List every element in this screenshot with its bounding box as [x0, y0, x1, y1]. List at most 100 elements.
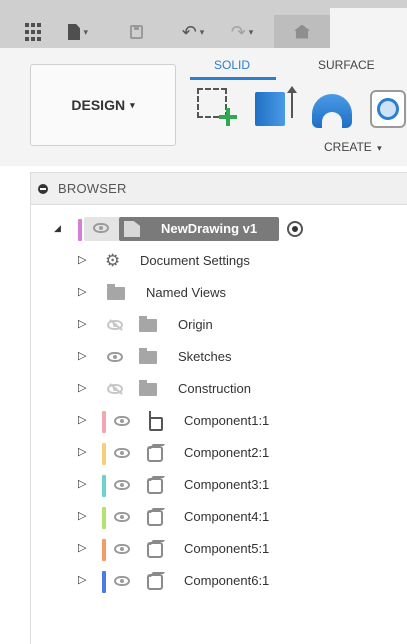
tree-item-label: Component3:1 [184, 477, 270, 492]
collapsed-triangle-icon[interactable]: ▷ [78, 285, 86, 298]
undo-icon: ↶ [181, 21, 197, 42]
collapsed-triangle-icon[interactable]: ▷ [78, 317, 86, 330]
home-tab[interactable] [274, 15, 330, 48]
save-button[interactable] [127, 22, 145, 42]
document-tab[interactable] [330, 8, 407, 48]
collapsed-triangle-icon[interactable]: ▷ [78, 509, 86, 522]
home-icon [294, 24, 310, 39]
browser-panel: BROWSER ◢ NewDrawing v1 ▷ ⚙ Document Set… [30, 172, 407, 644]
revolve-button[interactable] [312, 86, 356, 130]
eye-icon [93, 223, 109, 233]
tree-item-label: Document Settings [140, 253, 250, 268]
gear-icon: ⚙ [105, 251, 121, 270]
tree-item-label: Component4:1 [184, 509, 270, 524]
tab-surface[interactable]: SURFACE [318, 58, 375, 72]
collapsed-triangle-icon[interactable]: ▷ [78, 381, 86, 394]
color-tag [102, 571, 106, 593]
chevron-down-icon: ▾ [199, 26, 205, 37]
collapsed-triangle-icon[interactable]: ▷ [78, 541, 86, 554]
root-component-name: NewDrawing v1 [161, 221, 258, 236]
revolve-icon [312, 94, 352, 128]
tree-item-origin[interactable]: ▷ Origin [31, 309, 407, 341]
tree-item-label: Component5:1 [184, 541, 270, 556]
collapsed-triangle-icon[interactable]: ▷ [78, 445, 86, 458]
tree-item-label: Component1:1 [184, 413, 270, 428]
document-icon [124, 221, 140, 237]
plus-icon [219, 108, 237, 126]
redo-button[interactable]: ↷ ▾ [222, 22, 262, 42]
tree-item-document-settings[interactable]: ▷ ⚙ Document Settings [31, 245, 407, 277]
color-tag [102, 539, 106, 561]
tree-item-component[interactable]: ▷ Component4:1 [31, 501, 407, 533]
tree-item-sketches[interactable]: ▷ Sketches [31, 341, 407, 373]
component-icon [147, 446, 163, 462]
eye-icon[interactable] [114, 576, 130, 586]
eye-hidden-icon[interactable] [107, 384, 123, 394]
collapsed-triangle-icon[interactable]: ▷ [78, 349, 86, 362]
save-icon [129, 25, 143, 39]
create-label: CREATE [324, 140, 372, 154]
eye-hidden-icon[interactable] [107, 320, 123, 330]
folder-icon [139, 348, 157, 364]
collapsed-triangle-icon[interactable]: ▷ [78, 477, 86, 490]
quick-access-toolbar: ▾ ↶ ▾ ↷ ▾ [0, 0, 407, 48]
workspace-switcher[interactable]: DESIGN ▾ [30, 64, 176, 146]
redo-icon: ↷ [230, 21, 246, 42]
tree-item-component[interactable]: ▷ Component5:1 [31, 533, 407, 565]
folder-icon [139, 380, 157, 396]
create-menu[interactable]: CREATE ▾ [324, 140, 382, 154]
eye-icon[interactable] [114, 480, 130, 490]
eye-icon[interactable] [114, 544, 130, 554]
tab-solid[interactable]: SOLID [214, 58, 250, 72]
file-icon [68, 24, 81, 40]
collapse-icon[interactable] [38, 183, 48, 194]
activate-radio-icon[interactable] [287, 221, 303, 237]
hole-icon [377, 98, 399, 120]
component-icon [147, 510, 163, 526]
collapsed-triangle-icon[interactable]: ▷ [78, 573, 86, 586]
tree-root-row[interactable]: ◢ NewDrawing v1 [31, 213, 407, 245]
collapsed-triangle-icon[interactable]: ▷ [78, 253, 86, 266]
color-tag [78, 219, 82, 241]
file-menu-button[interactable]: ▾ [68, 22, 88, 42]
active-component-icon [145, 411, 165, 433]
expanded-triangle-icon[interactable]: ◢ [54, 223, 61, 234]
component-icon [147, 478, 163, 494]
create-sketch-button[interactable] [195, 86, 239, 130]
eye-icon[interactable] [114, 448, 130, 458]
collapsed-triangle-icon[interactable]: ▷ [78, 413, 86, 426]
tree-item-construction[interactable]: ▷ Construction [31, 373, 407, 405]
root-component[interactable]: NewDrawing v1 [119, 217, 279, 241]
app-grid-icon[interactable] [25, 22, 41, 42]
eye-icon[interactable] [107, 352, 123, 362]
tree-item-component[interactable]: ▷ Component2:1 [31, 437, 407, 469]
chevron-down-icon: ▾ [377, 143, 382, 153]
folder-icon [139, 316, 157, 332]
tree-item-label: Component6:1 [184, 573, 270, 588]
tree-item-label: Named Views [146, 285, 226, 300]
eye-icon[interactable] [114, 416, 130, 426]
color-tag [102, 507, 106, 529]
tree-item-label: Construction [178, 381, 251, 396]
chevron-down-icon: ▾ [83, 26, 88, 37]
folder-icon [107, 284, 125, 300]
color-tag [102, 411, 106, 433]
arrow-up-icon [287, 86, 297, 118]
active-tab-indicator [190, 77, 276, 80]
tree-item-named-views[interactable]: ▷ Named Views [31, 277, 407, 309]
component-icon [147, 542, 163, 558]
eye-icon[interactable] [114, 512, 130, 522]
tree-item-component[interactable]: ▷ Component3:1 [31, 469, 407, 501]
hole-button[interactable] [368, 86, 407, 130]
color-tag [102, 443, 106, 465]
tree-item-component[interactable]: ▷ Component1:1 [31, 405, 407, 437]
component-icon [147, 574, 163, 590]
ribbon: DESIGN ▾ SOLID SURFACE CREATE ▾ [0, 48, 407, 166]
extrude-button[interactable] [253, 86, 303, 130]
workspace-label: DESIGN [71, 97, 126, 113]
tree-item-label: Component2:1 [184, 445, 270, 460]
undo-button[interactable]: ↶ ▾ [173, 22, 213, 42]
visibility-toggle[interactable] [84, 217, 120, 241]
browser-header[interactable]: BROWSER [31, 173, 407, 205]
tree-item-component[interactable]: ▷ Component6:1 [31, 565, 407, 597]
